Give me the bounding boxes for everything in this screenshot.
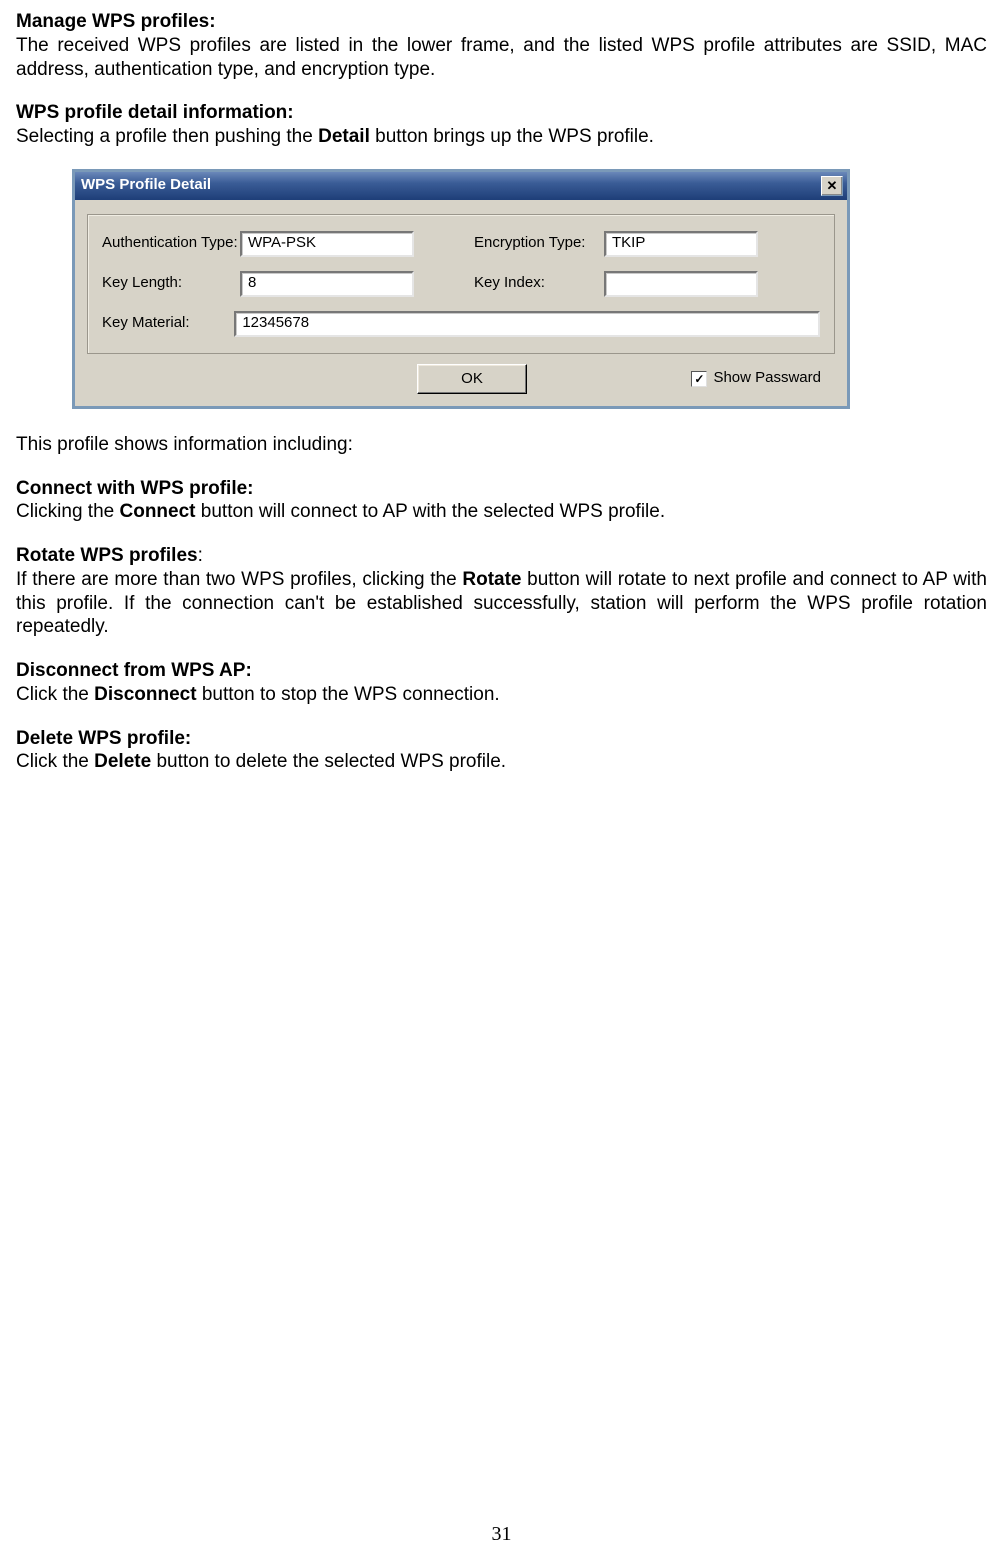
dialog-titlebar: WPS Profile Detail ✕ xyxy=(75,172,847,200)
body-delete-post: button to delete the selected WPS profil… xyxy=(151,751,506,772)
body-delete: Click the Delete button to delete the se… xyxy=(16,750,987,774)
body-rotate: If there are more than two WPS profiles,… xyxy=(16,568,987,639)
body-detail: Selecting a profile then pushing the Det… xyxy=(16,125,987,149)
dialog-groupbox: Authentication Type: WPA-PSK Encryption … xyxy=(87,214,835,354)
show-password-checkbox[interactable]: ✓ xyxy=(691,371,707,387)
body-disconnect-bold: Disconnect xyxy=(94,684,196,705)
body-connect-pre: Clicking the xyxy=(16,501,120,522)
field-key-material[interactable]: 12345678 xyxy=(234,311,820,337)
body-detail-post: button brings up the WPS profile. xyxy=(370,126,654,147)
field-key-length[interactable]: 8 xyxy=(240,271,414,297)
close-icon: ✕ xyxy=(827,178,838,194)
wps-profile-detail-dialog: WPS Profile Detail ✕ Authentication Type… xyxy=(72,169,850,409)
body-rotate-bold: Rotate xyxy=(462,569,521,590)
after-dialog-text: This profile shows information including… xyxy=(16,433,987,457)
body-manage: The received WPS profiles are listed in … xyxy=(16,34,987,82)
body-connect: Clicking the Connect button will connect… xyxy=(16,500,987,524)
field-key-index[interactable] xyxy=(604,271,758,297)
body-detail-bold: Detail xyxy=(318,126,370,147)
field-auth-type[interactable]: WPA-PSK xyxy=(240,231,414,257)
label-key-length: Key Length: xyxy=(102,274,240,293)
label-key-index: Key Index: xyxy=(474,274,604,293)
show-password-label: Show Passward xyxy=(713,369,821,388)
body-disconnect-pre: Click the xyxy=(16,684,94,705)
heading-rotate: Rotate WPS profiles xyxy=(16,545,198,566)
close-button[interactable]: ✕ xyxy=(821,176,843,196)
heading-rotate-line: Rotate WPS profiles: xyxy=(16,544,987,568)
body-rotate-pre: If there are more than two WPS profiles,… xyxy=(16,569,462,590)
body-delete-bold: Delete xyxy=(94,751,151,772)
label-auth-type: Authentication Type: xyxy=(102,234,240,253)
dialog-title: WPS Profile Detail xyxy=(81,176,821,195)
page-number: 31 xyxy=(0,1522,1003,1547)
heading-manage: Manage WPS profiles: xyxy=(16,10,987,34)
heading-connect: Connect with WPS profile: xyxy=(16,477,987,501)
ok-button[interactable]: OK xyxy=(417,364,527,394)
heading-detail: WPS profile detail information: xyxy=(16,101,987,125)
field-encryption-type[interactable]: TKIP xyxy=(604,231,758,257)
body-delete-pre: Click the xyxy=(16,751,94,772)
body-disconnect-post: button to stop the WPS connection. xyxy=(197,684,500,705)
heading-rotate-colon: : xyxy=(198,545,203,566)
body-disconnect: Click the Disconnect button to stop the … xyxy=(16,683,987,707)
label-key-material: Key Material: xyxy=(102,314,234,333)
body-connect-bold: Connect xyxy=(120,501,196,522)
body-detail-pre: Selecting a profile then pushing the xyxy=(16,126,318,147)
label-encryption-type: Encryption Type: xyxy=(474,234,604,253)
body-connect-post: button will connect to AP with the selec… xyxy=(196,501,666,522)
heading-disconnect: Disconnect from WPS AP: xyxy=(16,659,987,683)
heading-delete: Delete WPS profile: xyxy=(16,727,987,751)
